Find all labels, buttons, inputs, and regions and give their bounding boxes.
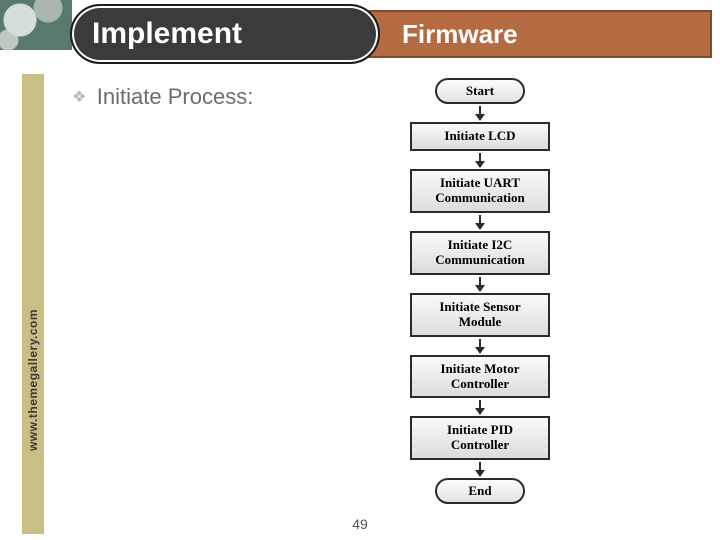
bullet-row: ❖ Initiate Process: (72, 84, 253, 110)
pill-title: Implement (92, 17, 242, 51)
flow-node-pid: Initiate PIDController (410, 416, 550, 460)
flow-arrow (479, 339, 481, 353)
flow-node-end: End (435, 478, 525, 504)
flow-node-i2c: Initiate I2CCommunication (410, 231, 550, 275)
bullet-icon: ❖ (72, 87, 86, 107)
banner-title: Firmware (402, 19, 518, 50)
flow-node-motor: Initiate MotorController (410, 355, 550, 399)
flow-node-lcd: Initiate LCD (410, 122, 550, 151)
watermark-text: www.themegallery.com (26, 309, 40, 451)
header-pill: Implement (70, 4, 380, 64)
flow-arrow (479, 106, 481, 120)
flow-node-start: Start (435, 78, 525, 104)
page-number: 49 (0, 516, 720, 532)
slide-header: Firmware Implement (70, 4, 712, 66)
flow-node-sens: Initiate SensorModule (410, 293, 550, 337)
flow-arrow (479, 462, 481, 476)
flow-node-uart: Initiate UARTCommunication (410, 169, 550, 213)
page-number-value: 49 (352, 516, 368, 532)
flow-arrow (479, 277, 481, 291)
bullet-text: Initiate Process: (97, 84, 254, 109)
flow-arrow (479, 400, 481, 414)
flow-arrow (479, 215, 481, 229)
corner-decoration (0, 0, 72, 50)
side-watermark: www.themegallery.com (22, 280, 44, 480)
flow-arrow (479, 153, 481, 167)
flowchart: Start Initiate LCD Initiate UARTCommunicat… (360, 78, 600, 504)
